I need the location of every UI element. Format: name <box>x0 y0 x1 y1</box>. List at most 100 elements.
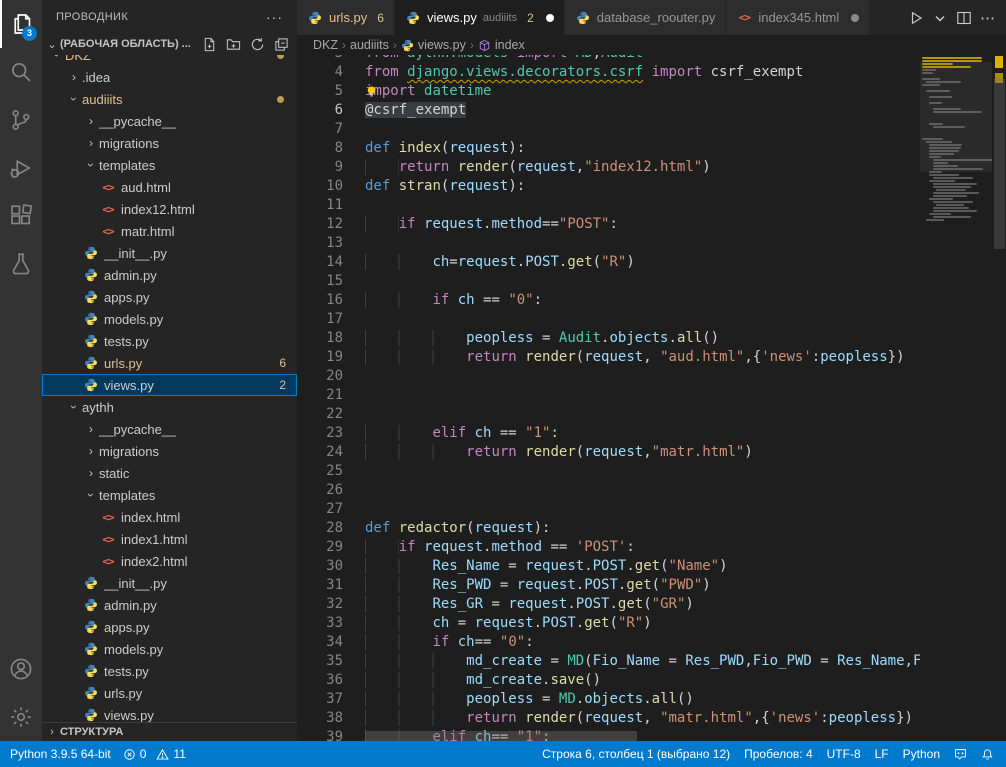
cursor-position-status[interactable]: Строка 6, столбец 1 (выбрано 12) <box>542 747 730 761</box>
tree-item-__pycache__[interactable]: ›__pycache__ <box>42 110 297 132</box>
tree-item-index12.html[interactable]: <>index12.html <box>42 198 297 220</box>
code-line-8[interactable]: 8def index(request): <box>297 139 920 158</box>
code-line-22[interactable]: 22 <box>297 405 920 424</box>
code-line-27[interactable]: 27 <box>297 500 920 519</box>
line-number[interactable]: 37 <box>297 690 343 709</box>
tree-item-__init__.py[interactable]: __init__.py <box>42 572 297 594</box>
minimap[interactable] <box>920 55 992 741</box>
tree-item-urls.py[interactable]: urls.py6 <box>42 352 297 374</box>
code-line-18[interactable]: 18 peopless = Audit.objects.all() <box>297 329 920 348</box>
line-number[interactable]: 28 <box>297 519 343 538</box>
line-number[interactable]: 39 <box>297 728 343 741</box>
line-number[interactable]: 31 <box>297 576 343 595</box>
code-line-23[interactable]: 23 elif ch == "1": <box>297 424 920 443</box>
line-number[interactable]: 7 <box>297 120 343 139</box>
code-editor[interactable]: 3from aythh.models import MD,Audit4from … <box>297 55 920 741</box>
workspace-section-header[interactable]: ⌄ (РАБОЧАЯ ОБЛАСТЬ) ... <box>42 33 297 55</box>
line-number[interactable]: 5 <box>297 82 343 101</box>
line-number[interactable]: 10 <box>297 177 343 196</box>
line-number[interactable]: 36 <box>297 671 343 690</box>
tree-item-static[interactable]: ›static <box>42 462 297 484</box>
minimap-slider[interactable] <box>920 62 992 172</box>
code-line-9[interactable]: 9 return render(request,"index12.html") <box>297 158 920 177</box>
code-line-32[interactable]: 32 Res_GR = request.POST.get("GR") <box>297 595 920 614</box>
tree-item-index2.html[interactable]: <>index2.html <box>42 550 297 572</box>
tab-index345.html[interactable]: <>index345.html <box>726 0 870 35</box>
new-file-icon[interactable] <box>199 34 219 54</box>
line-number[interactable]: 19 <box>297 348 343 367</box>
code-line-33[interactable]: 33 ch = request.POST.get("R") <box>297 614 920 633</box>
explorer-icon[interactable]: 3 <box>0 0 42 48</box>
problems-status[interactable]: 0 11 <box>123 747 186 761</box>
breadcrumb-item-DKZ[interactable]: DKZ <box>313 38 338 52</box>
code-line-14[interactable]: 14 ch=request.POST.get("R") <box>297 253 920 272</box>
code-line-3[interactable]: 3from aythh.models import MD,Audit <box>297 55 920 63</box>
tree-item-models.py[interactable]: models.py <box>42 308 297 330</box>
code-line-12[interactable]: 12 if request.method=="POST": <box>297 215 920 234</box>
code-line-26[interactable]: 26 <box>297 481 920 500</box>
code-line-29[interactable]: 29 if request.method == 'POST': <box>297 538 920 557</box>
tab-urls.py[interactable]: urls.py6 <box>297 0 395 35</box>
line-number[interactable]: 15 <box>297 272 343 291</box>
line-number[interactable]: 24 <box>297 443 343 462</box>
tree-item-tests.py[interactable]: tests.py <box>42 660 297 682</box>
language-mode-status[interactable]: Python <box>903 747 940 761</box>
code-line-37[interactable]: 37 peopless = MD.objects.all() <box>297 690 920 709</box>
tree-item-DKZ[interactable]: ›DKZ <box>42 55 297 66</box>
code-line-11[interactable]: 11 <box>297 196 920 215</box>
split-editor-icon[interactable] <box>956 10 972 26</box>
line-number[interactable]: 18 <box>297 329 343 348</box>
collapse-all-icon[interactable] <box>271 34 291 54</box>
code-line-35[interactable]: 35 md_create = MD(Fio_Name = Res_PWD,Fio… <box>297 652 920 671</box>
code-line-34[interactable]: 34 if ch== "0": <box>297 633 920 652</box>
source-control-icon[interactable] <box>0 96 42 144</box>
tree-item-__pycache__[interactable]: ›__pycache__ <box>42 418 297 440</box>
outline-section-header[interactable]: › СТРУКТУРА <box>42 722 297 741</box>
line-number[interactable]: 38 <box>297 709 343 728</box>
line-number[interactable]: 32 <box>297 595 343 614</box>
line-number[interactable]: 12 <box>297 215 343 234</box>
code-line-28[interactable]: 28def redactor(request): <box>297 519 920 538</box>
tree-item-index1.html[interactable]: <>index1.html <box>42 528 297 550</box>
extensions-icon[interactable] <box>0 192 42 240</box>
lightbulb-icon[interactable] <box>365 85 378 98</box>
refresh-icon[interactable] <box>247 34 267 54</box>
editor-more-actions-icon[interactable]: ⋯ <box>980 9 996 27</box>
code-line-4[interactable]: 4from django.views.decorators.csrf impor… <box>297 63 920 82</box>
line-number[interactable]: 8 <box>297 139 343 158</box>
line-number[interactable]: 33 <box>297 614 343 633</box>
settings-gear-icon[interactable] <box>0 693 42 741</box>
tree-item-admin.py[interactable]: admin.py <box>42 594 297 616</box>
search-icon[interactable] <box>0 48 42 96</box>
code-line-7[interactable]: 7 <box>297 120 920 139</box>
tab-database_roouter.py[interactable]: database_roouter.py <box>565 0 727 35</box>
line-number[interactable]: 3 <box>297 55 343 63</box>
code-line-30[interactable]: 30 Res_Name = request.POST.get("Name") <box>297 557 920 576</box>
line-number[interactable]: 22 <box>297 405 343 424</box>
code-line-38[interactable]: 38 return render(request, "matr.html",{'… <box>297 709 920 728</box>
tree-item-aythh[interactable]: ›aythh <box>42 396 297 418</box>
new-folder-icon[interactable] <box>223 34 243 54</box>
tree-item-apps.py[interactable]: apps.py <box>42 616 297 638</box>
tree-item-admin.py[interactable]: admin.py <box>42 264 297 286</box>
line-number[interactable]: 6 <box>297 101 343 120</box>
tree-item-views.py[interactable]: views.py <box>42 704 297 722</box>
line-number[interactable]: 21 <box>297 386 343 405</box>
line-number[interactable]: 29 <box>297 538 343 557</box>
line-number[interactable]: 35 <box>297 652 343 671</box>
code-line-24[interactable]: 24 return render(request,"matr.html") <box>297 443 920 462</box>
line-number[interactable]: 14 <box>297 253 343 272</box>
horizontal-scrollbar[interactable] <box>365 731 637 741</box>
code-line-16[interactable]: 16 if ch == "0": <box>297 291 920 310</box>
indentation-status[interactable]: Пробелов: 4 <box>744 747 813 761</box>
tree-item-matr.html[interactable]: <>matr.html <box>42 220 297 242</box>
line-number[interactable]: 20 <box>297 367 343 386</box>
tree-item-audiiits[interactable]: ›audiiits <box>42 88 297 110</box>
line-number[interactable]: 16 <box>297 291 343 310</box>
explorer-more-actions[interactable]: ··· <box>266 9 283 25</box>
tree-item-migrations[interactable]: ›migrations <box>42 440 297 462</box>
feedback-icon[interactable] <box>954 748 967 761</box>
code-line-31[interactable]: 31 Res_PWD = request.POST.get("PWD") <box>297 576 920 595</box>
code-line-17[interactable]: 17 <box>297 310 920 329</box>
tree-item-views.py[interactable]: views.py2 <box>42 374 297 396</box>
